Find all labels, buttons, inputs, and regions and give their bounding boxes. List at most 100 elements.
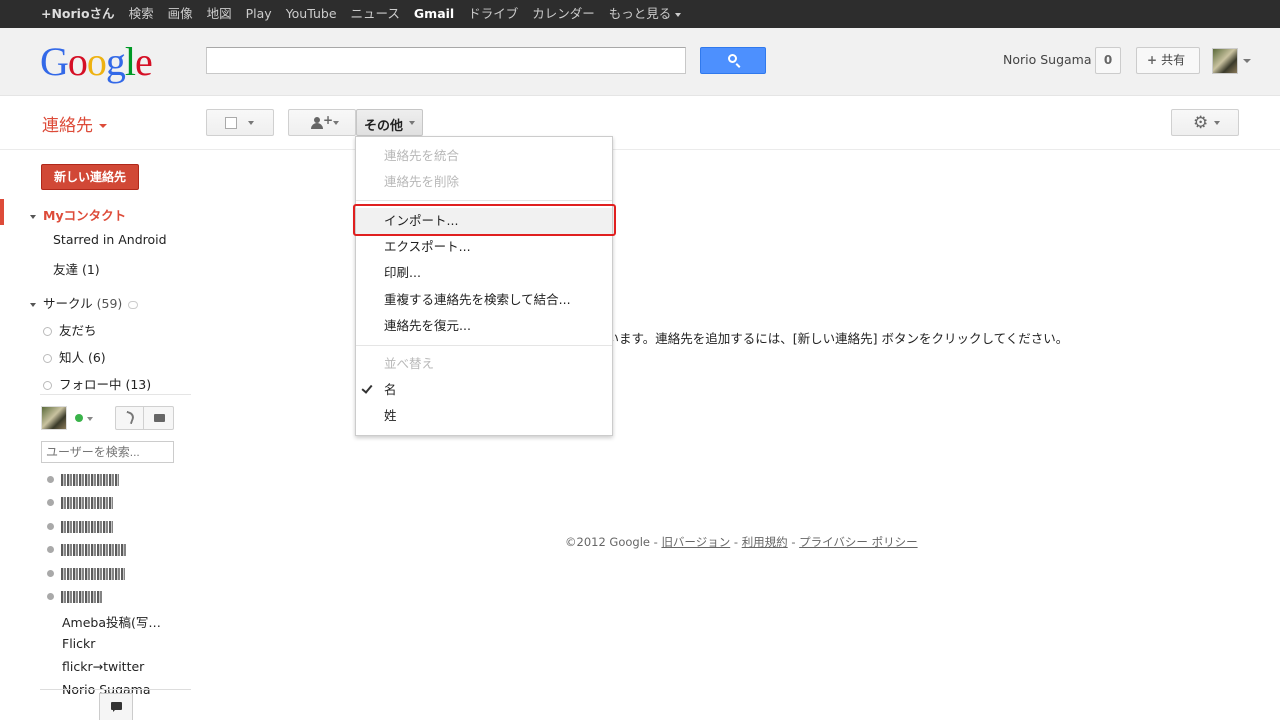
notification-count[interactable]: 0	[1095, 47, 1121, 74]
offline-status-icon	[47, 570, 54, 577]
more-actions-menu: 連絡先を統合 連絡先を削除 インポート... エクスポート... 印刷... 重…	[355, 136, 613, 436]
offline-status-icon	[47, 476, 54, 483]
chevron-down-icon	[675, 12, 682, 17]
video-chat-button[interactable]	[143, 406, 174, 430]
menu-item-sort-last-name[interactable]: 姓	[356, 403, 612, 429]
menu-item-export[interactable]: エクスポート...	[356, 234, 612, 260]
footer-privacy-link[interactable]: プライバシー ポリシー	[799, 535, 917, 549]
nav-calendar-link[interactable]: カレンダー	[525, 0, 602, 28]
chat-contact-obscured[interactable]	[47, 494, 113, 509]
footer-old-version-link[interactable]: 旧バージョン	[661, 535, 730, 549]
app-title[interactable]: 連絡先	[42, 111, 107, 136]
obscured-name	[61, 543, 127, 556]
nav-maps-link[interactable]: 地図	[200, 0, 239, 28]
chat-avatar[interactable]	[41, 406, 67, 430]
circle-icon	[43, 327, 52, 336]
sidebar-item-starred[interactable]: Starred in Android	[53, 232, 167, 247]
avatar[interactable]	[1212, 48, 1238, 74]
obscured-name	[61, 496, 113, 509]
chevron-down-icon[interactable]	[1243, 59, 1251, 63]
sidebar-item-label: Myコンタクト	[43, 208, 127, 223]
nav-gmail-link[interactable]: Gmail	[407, 0, 461, 28]
nav-search-link[interactable]: 検索	[122, 0, 161, 28]
nav-profile-link[interactable]: +Norioさん	[34, 0, 122, 28]
sidebar-item-circle[interactable]: フォロー中 (13)	[43, 374, 151, 393]
link-icon[interactable]	[128, 300, 139, 309]
chat-contact-obscured[interactable]	[47, 588, 103, 603]
search-icon	[728, 54, 737, 63]
menu-divider	[356, 345, 612, 346]
nav-drive-link[interactable]: ドライブ	[461, 0, 525, 28]
chat-contact-obscured[interactable]	[47, 565, 125, 580]
obscured-name	[61, 567, 125, 580]
new-contact-button[interactable]: 新しい連絡先	[41, 164, 139, 190]
plus-icon: +	[1147, 53, 1158, 67]
google-bar-nav: +Norioさん 検索 画像 地図 Play YouTube ニュース Gmai…	[34, 0, 688, 28]
phone-icon	[123, 410, 136, 425]
chevron-down-icon	[409, 121, 415, 125]
header: Google Norio Sugama 0 + 共有	[0, 28, 1280, 96]
plus-icon: +	[323, 113, 334, 127]
sidebar-item-label: サークル	[43, 296, 93, 311]
nav-more-link[interactable]: もっと見る	[602, 0, 689, 28]
user-name[interactable]: Norio Sugama	[1003, 52, 1092, 67]
footer-separator: -	[730, 535, 742, 549]
nav-images-link[interactable]: 画像	[161, 0, 200, 28]
chat-contact[interactable]: flickr→twitter	[62, 659, 144, 674]
nav-play-link[interactable]: Play	[239, 0, 279, 28]
footer: ©2012 Google - 旧バージョン - 利用規約 - プライバシー ポリ…	[565, 534, 918, 550]
chevron-down-icon	[248, 121, 254, 125]
google-bar: +Norioさん 検索 画像 地図 Play YouTube ニュース Gmai…	[0, 0, 1280, 28]
menu-item-find-duplicates[interactable]: 重複する連絡先を検索して結合...	[356, 287, 612, 313]
menu-divider	[356, 200, 612, 201]
share-label: 共有	[1161, 53, 1186, 67]
search-button[interactable]	[700, 47, 766, 74]
menu-item-delete: 連絡先を削除	[384, 174, 460, 189]
sidebar-item-my-contacts[interactable]: Myコンタクト	[30, 205, 126, 224]
footer-terms-link[interactable]: 利用規約	[742, 535, 788, 549]
settings-button[interactable]: ⚙	[1171, 109, 1239, 136]
menu-sort-heading: 並べ替え	[384, 356, 435, 371]
online-status-icon[interactable]	[75, 414, 83, 422]
chat-bubble-icon	[111, 702, 122, 712]
active-nav-marker	[0, 199, 4, 225]
sidebar-item-circle[interactable]: 知人 (6)	[43, 347, 106, 366]
chat-contact-obscured[interactable]	[47, 518, 113, 533]
circle-label: 友だち	[59, 323, 97, 338]
chevron-down-icon[interactable]	[87, 417, 93, 421]
sidebar-item-circles[interactable]: サークル (59)	[30, 293, 139, 312]
nav-news-link[interactable]: ニュース	[344, 0, 407, 28]
footer-separator: -	[787, 535, 800, 549]
chat-bubble-button[interactable]	[99, 693, 133, 720]
chat-contact-obscured[interactable]	[47, 541, 127, 556]
offline-status-icon	[47, 499, 54, 506]
sidebar-item-circle[interactable]: 友だち	[43, 320, 97, 339]
menu-item-sort-first-name[interactable]: 名	[356, 377, 612, 403]
circle-label: フォロー中 (13)	[59, 377, 152, 392]
chat-contact[interactable]: Flickr	[62, 636, 95, 651]
chat-contact-obscured[interactable]	[47, 471, 119, 486]
menu-item-print[interactable]: 印刷...	[356, 260, 612, 286]
select-all-button[interactable]	[206, 109, 274, 136]
google-logo[interactable]: Google	[40, 40, 153, 84]
gear-icon: ⚙	[1193, 113, 1209, 133]
sidebar-item-friends[interactable]: 友達 (1)	[53, 259, 100, 278]
share-button[interactable]: + 共有	[1136, 47, 1200, 74]
sidebar-divider	[40, 394, 191, 395]
menu-item-restore[interactable]: 連絡先を復元...	[356, 313, 612, 339]
chat-search-input[interactable]	[41, 441, 174, 463]
nav-youtube-link[interactable]: YouTube	[279, 0, 344, 28]
add-to-circles-button[interactable]: +	[288, 109, 356, 136]
obscured-name	[61, 473, 119, 486]
triangle-down-icon	[30, 214, 36, 219]
obscured-name	[61, 520, 113, 533]
search-input[interactable]	[206, 47, 686, 74]
chat-contact[interactable]: Ameba投稿(写…	[62, 612, 161, 631]
more-actions-label: その他	[364, 119, 404, 134]
more-actions-button[interactable]: その他	[356, 109, 423, 136]
circles-count: (59)	[96, 296, 123, 311]
obscured-name	[61, 590, 103, 603]
circle-label: 知人 (6)	[59, 350, 106, 365]
video-icon	[154, 414, 165, 422]
call-button[interactable]	[115, 406, 144, 430]
